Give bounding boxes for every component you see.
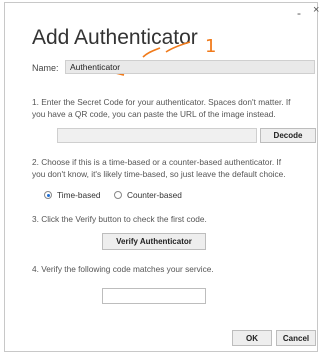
- step3-text: 3. Click the Verify button to check the …: [32, 214, 207, 224]
- radio-counter-based[interactable]: Counter-based: [114, 190, 182, 200]
- radio-counter-label: Counter-based: [127, 190, 182, 200]
- radio-unselected-icon: [114, 191, 122, 199]
- radio-time-based[interactable]: Time-based: [44, 190, 101, 200]
- step2-line2: you don't know, it's likely time-based, …: [32, 169, 286, 179]
- step1-line1: 1. Enter the Secret Code for your authen…: [32, 97, 291, 107]
- name-label: Name:: [32, 63, 59, 73]
- step4-text: 4. Verify the following code matches you…: [32, 264, 214, 274]
- decode-button[interactable]: Decode: [260, 128, 316, 143]
- radio-time-label: Time-based: [57, 190, 101, 200]
- secret-code-input[interactable]: [57, 128, 257, 143]
- step2-line1: 2. Choose if this is a time-based or a c…: [32, 157, 282, 167]
- verify-authenticator-button[interactable]: Verify Authenticator: [102, 233, 206, 250]
- radio-selected-icon: [44, 191, 52, 199]
- ok-button[interactable]: OK: [232, 330, 272, 346]
- verification-code-field: [102, 288, 206, 304]
- annotation-number: 1: [205, 36, 216, 57]
- cancel-button[interactable]: Cancel: [276, 330, 316, 346]
- name-field[interactable]: Authenticator: [65, 60, 315, 74]
- step1-line2: you have a QR code, you can paste the UR…: [32, 109, 276, 119]
